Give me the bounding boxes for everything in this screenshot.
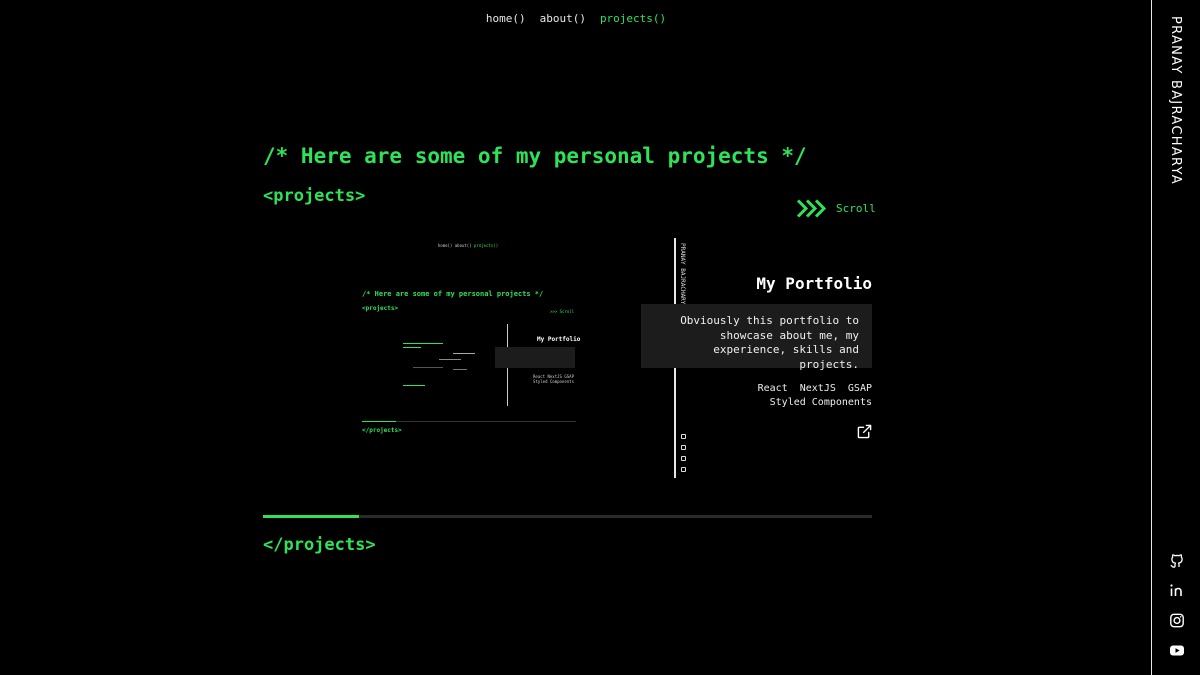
projects-close-tag: </projects> (263, 535, 376, 555)
mini-instagram-icon (681, 456, 686, 461)
sidebar: PRANAY BAJRACHARYA (1151, 0, 1200, 675)
project-screenshot[interactable]: home() about() projects() /* Here are so… (263, 237, 673, 480)
project-description: Obviously this portfolio to showcase abo… (641, 304, 872, 371)
project-tech-list: React NextJS GSAP Styled Components (652, 382, 872, 410)
external-link-icon[interactable] (857, 424, 872, 439)
carousel-progress (263, 515, 872, 518)
sidebar-name: PRANAY BAJRACHARYA (1168, 16, 1183, 185)
nav-home[interactable]: home() (486, 12, 526, 25)
mini-inner-screenshot (393, 329, 503, 389)
card-sidebar-name: PRANAY BAJRACHARYA (679, 243, 686, 309)
nav-about[interactable]: about() (540, 12, 586, 25)
mini-open-tag: <projects> (362, 305, 399, 312)
youtube-icon[interactable] (1169, 642, 1185, 659)
mini-scroll: >>> Scroll (550, 309, 575, 314)
project-title: My Portfolio (756, 274, 872, 293)
mini-heading: /* Here are some of my personal projects… (362, 290, 544, 298)
github-icon[interactable] (1169, 552, 1185, 569)
tech-tag: React (757, 383, 788, 394)
mini-linkedin-icon (681, 445, 686, 450)
instagram-icon[interactable] (1169, 612, 1185, 629)
mini-description (495, 347, 575, 368)
mini-youtube-icon (681, 467, 686, 472)
mini-nav: home() about() projects() (437, 243, 499, 248)
carousel-progress-fill (263, 515, 359, 518)
scroll-label: Scroll (836, 202, 876, 215)
linkedin-icon[interactable] (1169, 582, 1185, 599)
mini-github-icon (681, 434, 686, 439)
projects-open-tag: <projects> (263, 186, 366, 206)
social-links (1169, 552, 1185, 659)
nav-projects[interactable]: projects() (600, 12, 666, 25)
tech-tag: Styled Components (769, 397, 872, 408)
mini-progress (362, 421, 576, 422)
page-heading: /* Here are some of my personal projects… (263, 144, 807, 168)
tech-tag: NextJS (799, 383, 836, 394)
top-nav: home() about() projects() (0, 12, 1152, 25)
mini-tech: React NextJS GSAP Styled Components (533, 374, 574, 384)
tech-tag: GSAP (847, 383, 872, 394)
card-social-icons (681, 434, 686, 472)
mini-title: My Portfolio (537, 336, 581, 343)
scroll-hint: Scroll (796, 198, 876, 219)
chevrons-right-icon (796, 199, 827, 218)
mini-close-tag: </projects> (362, 427, 402, 434)
